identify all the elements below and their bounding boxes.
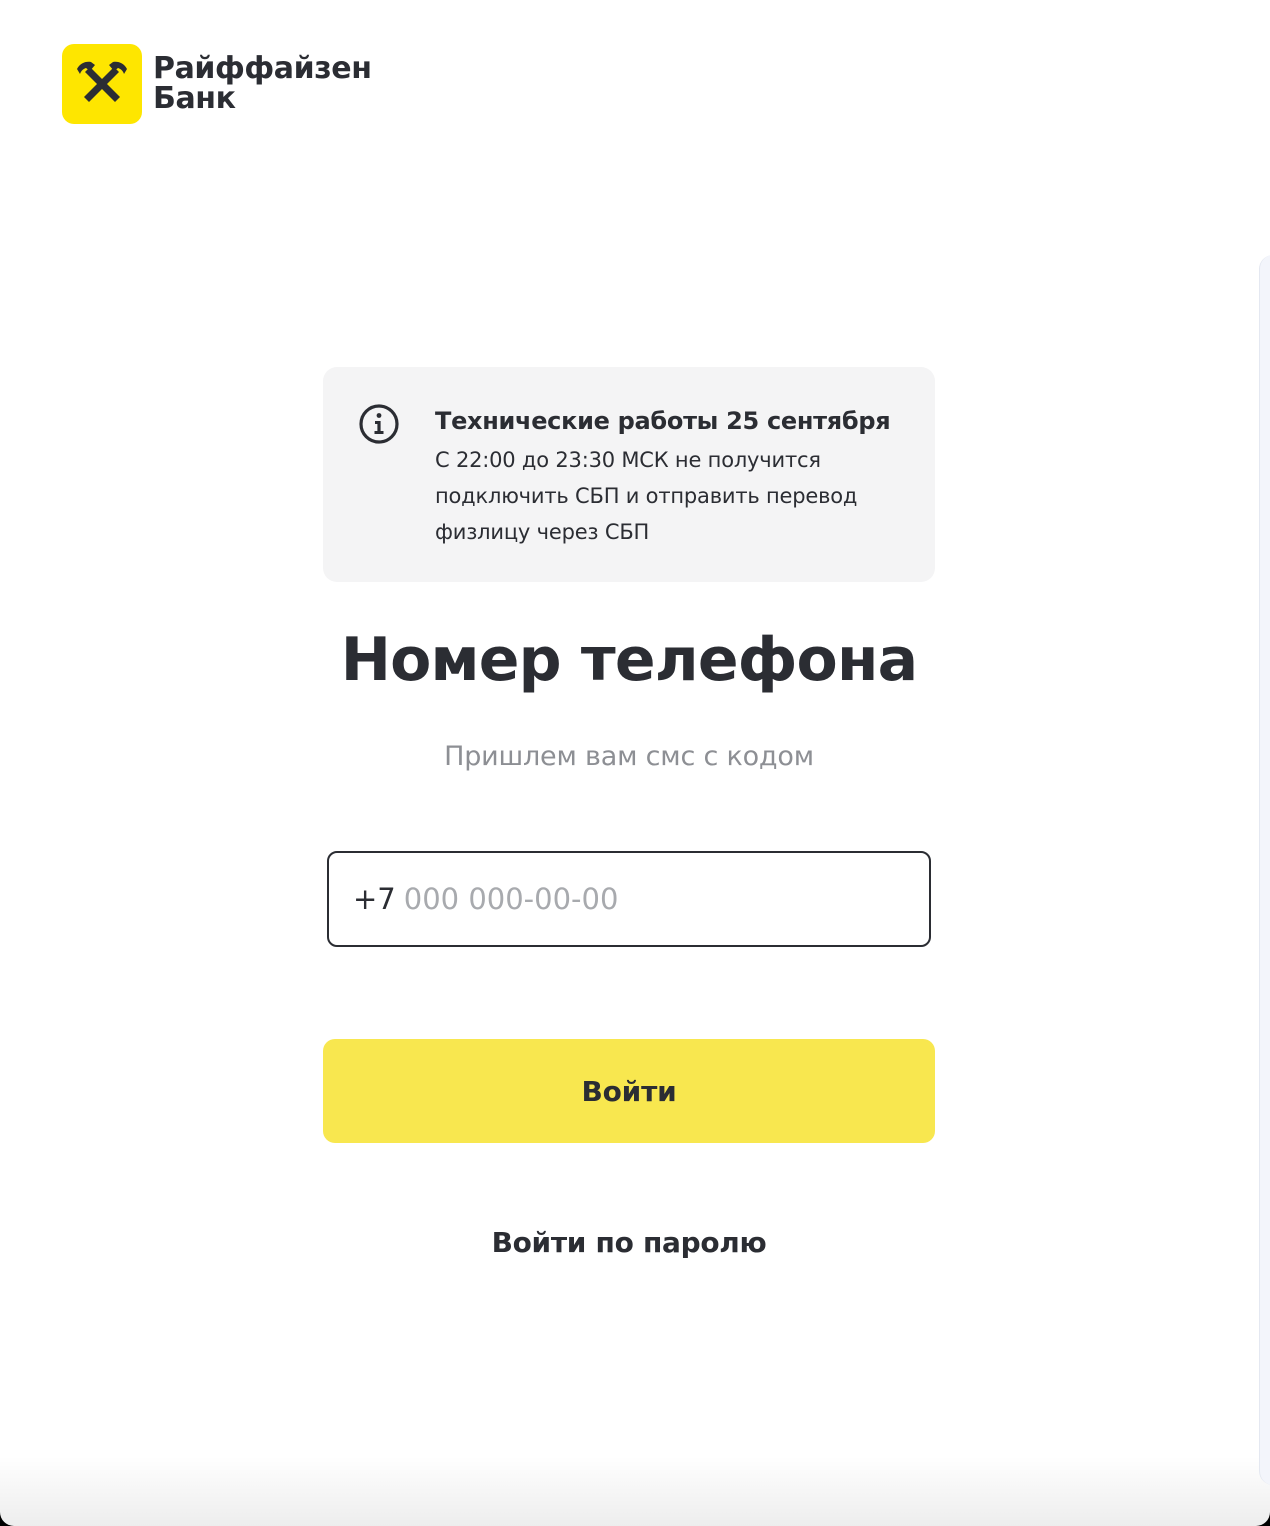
page-title: Номер телефона [340, 625, 918, 695]
page-subtitle: Пришлем вам смс с кодом [444, 741, 814, 772]
login-by-password-link[interactable]: Войти по паролю [0, 1222, 1258, 1264]
phone-field[interactable]: +7 [327, 851, 931, 947]
info-icon [359, 404, 399, 444]
brand-name-line1: Райффайзен [153, 51, 372, 86]
maintenance-notice: Технические работы 25 сентября С 22:00 д… [323, 367, 935, 582]
login-page: Райффайзен Банк Технические работы 25 се… [0, 0, 1270, 1526]
brand-name-line2: Банк [153, 81, 236, 116]
side-panel-edge [1259, 255, 1270, 1485]
login-button[interactable]: Войти [323, 1039, 935, 1143]
phone-prefix: +7 [353, 882, 396, 916]
crossed-horses-icon [77, 61, 127, 102]
notice-text: С 22:00 до 23:30 МСК не получится подклю… [435, 448, 858, 544]
brand-logo-link[interactable]: Райффайзен Банк [62, 44, 372, 124]
notice-body: Технические работы 25 сентября С 22:00 д… [435, 404, 917, 550]
notice-title: Технические работы 25 сентября [435, 407, 891, 435]
phone-input[interactable] [403, 882, 904, 916]
brand-name: Райффайзен Банк [153, 54, 372, 114]
raiffeisen-logo-icon [62, 44, 142, 124]
